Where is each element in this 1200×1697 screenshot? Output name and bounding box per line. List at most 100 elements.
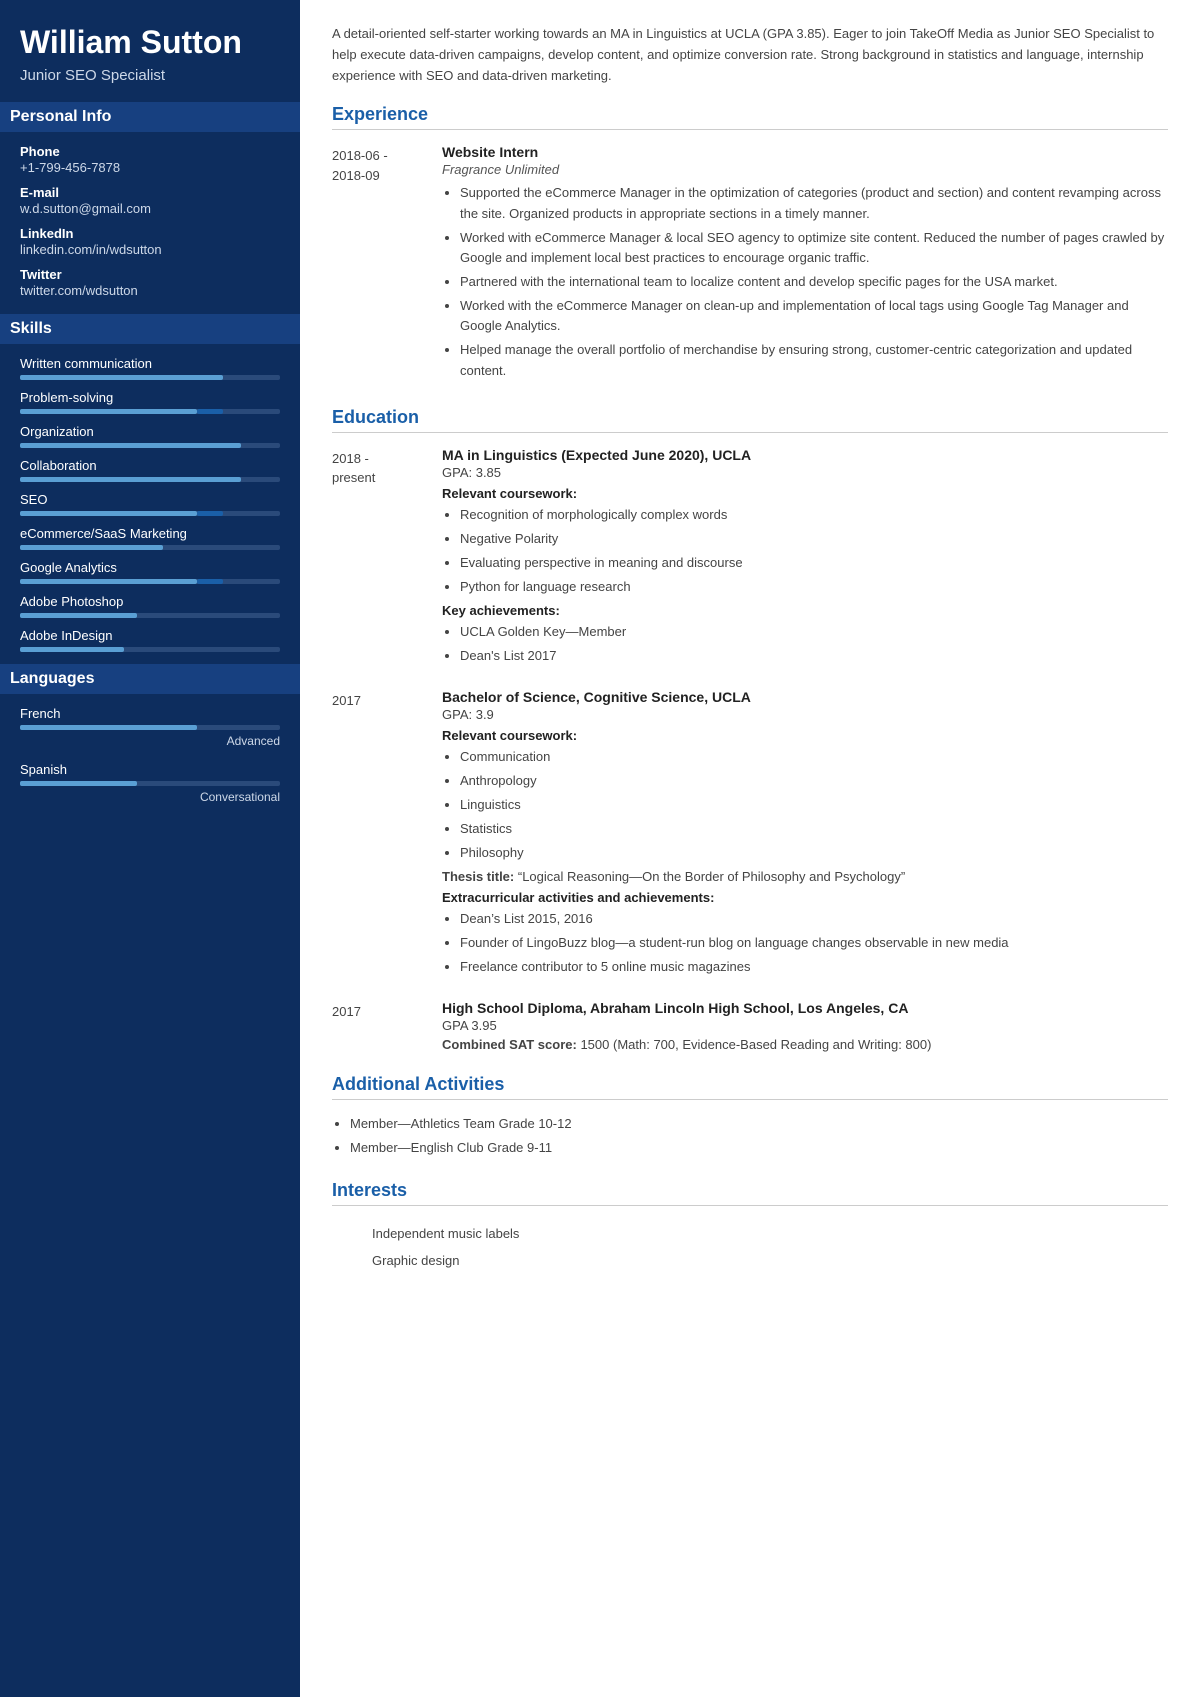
education-list: 2018 - presentMA in Linguistics (Expecte… — [332, 447, 1168, 1052]
language-level: Conversational — [20, 790, 280, 804]
skill-item: Collaboration — [20, 458, 280, 482]
education-title: Bachelor of Science, Cognitive Science, … — [442, 689, 1168, 705]
skill-bar — [20, 375, 280, 380]
personal-info-section: Phone +1-799-456-7878 E-mail w.d.sutton@… — [20, 144, 280, 298]
skill-name: Adobe InDesign — [20, 628, 280, 643]
skill-bar-fill — [20, 511, 197, 516]
language-item: FrenchAdvanced — [20, 706, 280, 748]
skill-bar — [20, 477, 280, 482]
skill-bar-fill — [20, 443, 241, 448]
education-date: 2018 - present — [332, 447, 442, 671]
skill-bar — [20, 613, 280, 618]
skill-item: eCommerce/SaaS Marketing — [20, 526, 280, 550]
skill-item: Adobe Photoshop — [20, 594, 280, 618]
skill-name: SEO — [20, 492, 280, 507]
coursework-label: Relevant coursework: — [442, 486, 1168, 501]
education-section: Education 2018 - presentMA in Linguistic… — [332, 407, 1168, 1052]
sidebar: William Sutton Junior SEO Specialist Per… — [0, 0, 300, 1697]
email-label: E-mail — [20, 185, 280, 200]
education-item: 2018 - presentMA in Linguistics (Expecte… — [332, 447, 1168, 671]
phone-value: +1-799-456-7878 — [20, 160, 280, 175]
education-title: MA in Linguistics (Expected June 2020), … — [442, 447, 1168, 463]
education-date: 2017 — [332, 1000, 442, 1052]
language-bar-fill — [20, 781, 137, 786]
education-gpa: GPA 3.95 — [442, 1018, 1168, 1033]
experience-date: 2018-06 - 2018-09 — [332, 144, 442, 384]
language-bar — [20, 725, 280, 730]
extracurricular-list: Dean’s List 2015, 2016Founder of LingoBu… — [442, 909, 1168, 977]
languages-heading: Languages — [0, 664, 300, 694]
coursework-item: Negative Polarity — [460, 529, 1168, 549]
extracurricular-item: Dean’s List 2015, 2016 — [460, 909, 1168, 929]
achievement-item: UCLA Golden Key—Member — [460, 622, 1168, 642]
education-gpa: GPA: 3.9 — [442, 707, 1168, 722]
extracurricular-label: Extracurricular activities and achieveme… — [442, 890, 1168, 905]
skill-name: Problem-solving — [20, 390, 280, 405]
skills-heading: Skills — [0, 314, 300, 344]
coursework-item: Statistics — [460, 819, 1168, 839]
coursework-label: Relevant coursework: — [442, 728, 1168, 743]
experience-bullet: Worked with the eCommerce Manager on cle… — [460, 296, 1168, 336]
skill-name: Written communication — [20, 356, 280, 371]
experience-bullet: Worked with eCommerce Manager & local SE… — [460, 228, 1168, 268]
skills-section: Written communication Problem-solving Orga… — [20, 356, 280, 652]
experience-bullet: Supported the eCommerce Manager in the o… — [460, 183, 1168, 223]
skill-bar-fill — [20, 579, 197, 584]
languages-section: FrenchAdvanced Spanish Conversational — [20, 706, 280, 804]
skill-bar-fill — [20, 375, 223, 380]
summary-text: A detail-oriented self-starter working t… — [332, 24, 1168, 86]
education-details: MA in Linguistics (Expected June 2020), … — [442, 447, 1168, 671]
coursework-list: Recognition of morphologically complex w… — [442, 505, 1168, 598]
experience-title: Website Intern — [442, 144, 1168, 160]
experience-bullets: Supported the eCommerce Manager in the o… — [442, 183, 1168, 380]
coursework-item: Communication — [460, 747, 1168, 767]
additional-item: Member—Athletics Team Grade 10-12 — [350, 1114, 1168, 1134]
interest-item: Independent music labels — [332, 1220, 1168, 1248]
skill-bar — [20, 647, 280, 652]
skill-bar-marker — [197, 409, 223, 414]
skill-bar-fill — [20, 647, 124, 652]
interests-heading: Interests — [332, 1180, 1168, 1206]
sat-score: Combined SAT score: 1500 (Math: 700, Evi… — [442, 1037, 1168, 1052]
experience-item: 2018-06 - 2018-09Website Intern Fragrance… — [332, 144, 1168, 384]
coursework-item: Evaluating perspective in meaning and di… — [460, 553, 1168, 573]
achievements-label: Key achievements: — [442, 603, 1168, 618]
coursework-list: CommunicationAnthropologyLinguisticsStat… — [442, 747, 1168, 864]
skill-bar-fill — [20, 477, 241, 482]
language-name: Spanish — [20, 762, 280, 777]
skill-bar-marker — [197, 579, 223, 584]
experience-company: Fragrance Unlimited — [442, 162, 1168, 177]
skill-bar — [20, 545, 280, 550]
language-bar — [20, 781, 280, 786]
skill-item: Google Analytics — [20, 560, 280, 584]
extracurricular-item: Freelance contributor to 5 online music … — [460, 957, 1168, 977]
personal-info-heading: Personal Info — [0, 102, 300, 132]
skill-item: Problem-solving — [20, 390, 280, 414]
skill-bar — [20, 511, 280, 516]
education-details: High School Diploma, Abraham Lincoln Hig… — [442, 1000, 1168, 1052]
language-bar-fill — [20, 725, 197, 730]
achievements-list: UCLA Golden Key—Member Dean's List 2017 — [442, 622, 1168, 666]
additional-heading: Additional Activities — [332, 1074, 1168, 1100]
language-item: Spanish Conversational — [20, 762, 280, 804]
phone-label: Phone — [20, 144, 280, 159]
additional-section: Additional Activities Member—Athletics T… — [332, 1074, 1168, 1158]
skill-name: Organization — [20, 424, 280, 439]
experience-details: Website Intern Fragrance Unlimited Support… — [442, 144, 1168, 384]
coursework-item: Philosophy — [460, 843, 1168, 863]
interest-item: Graphic design — [332, 1247, 1168, 1275]
linkedin-label: LinkedIn — [20, 226, 280, 241]
coursework-item: Linguistics — [460, 795, 1168, 815]
coursework-item: Python for language research — [460, 577, 1168, 597]
skill-bar — [20, 579, 280, 584]
skill-name: Collaboration — [20, 458, 280, 473]
education-date: 2017 — [332, 689, 442, 982]
education-gpa: GPA: 3.85 — [442, 465, 1168, 480]
education-details: Bachelor of Science, Cognitive Science, … — [442, 689, 1168, 982]
education-item: 2017Bachelor of Science, Cognitive Scien… — [332, 689, 1168, 982]
resume-container: William Sutton Junior SEO Specialist Per… — [0, 0, 1200, 1697]
achievement-item: Dean's List 2017 — [460, 646, 1168, 666]
linkedin-value: linkedin.com/in/wdsutton — [20, 242, 280, 257]
experience-section: Experience 2018-06 - 2018-09Website Inte… — [332, 104, 1168, 384]
thesis-text: Thesis title: “Logical Reasoning—On the … — [442, 869, 1168, 884]
